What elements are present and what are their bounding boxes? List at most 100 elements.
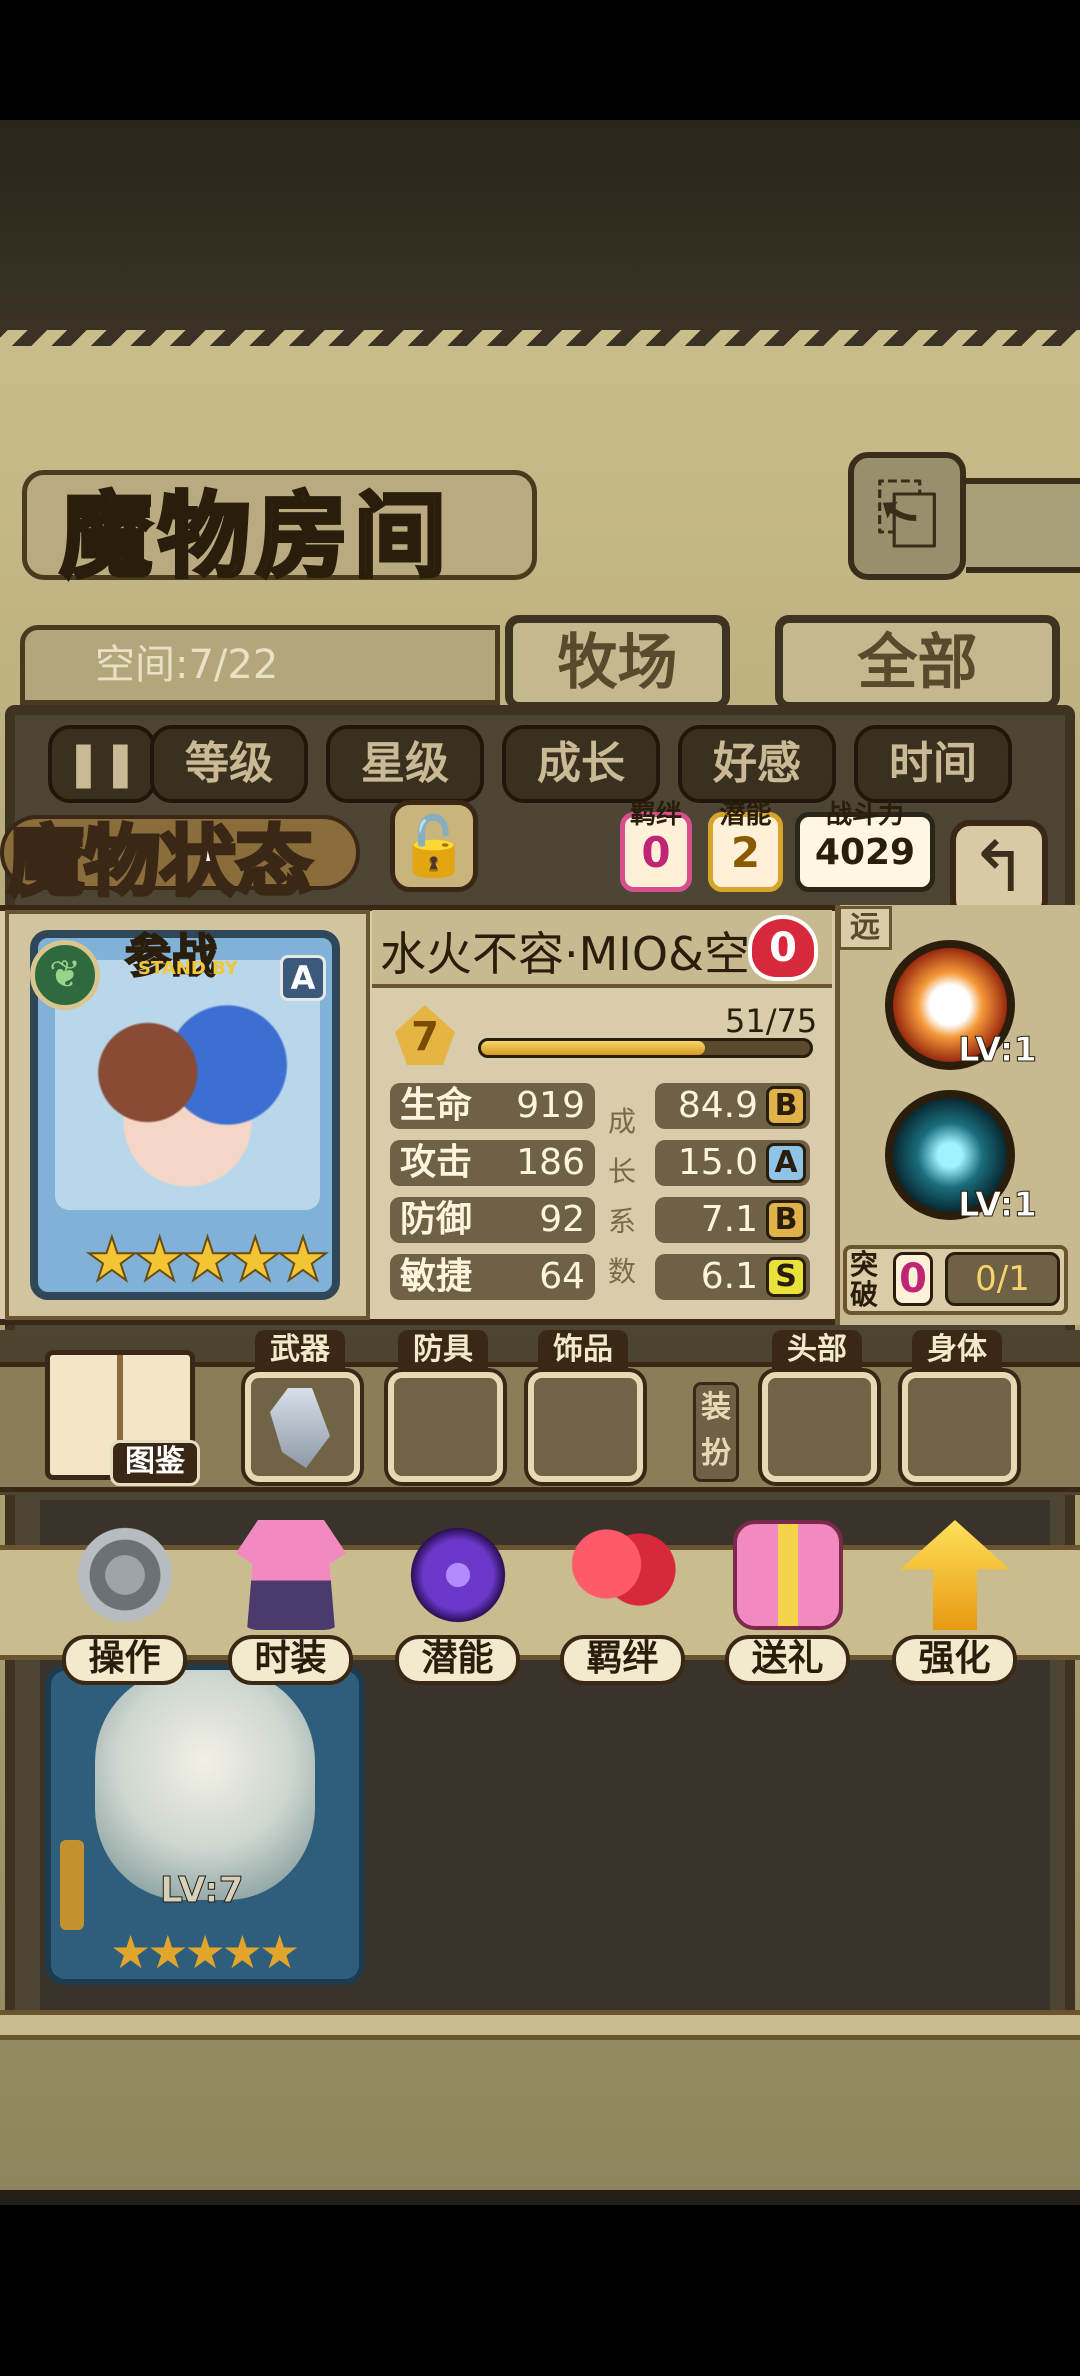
combat-power-box: 战斗力 4029 — [795, 802, 935, 892]
body-slot[interactable] — [902, 1372, 1017, 1482]
gear-icon — [70, 1520, 180, 1630]
back-button-rail — [966, 478, 1080, 573]
hearts-icon — [568, 1520, 678, 1630]
bottom-black-bar — [0, 2205, 1080, 2376]
potential-value: 2 — [730, 828, 761, 877]
stat-value: 64 — [539, 1256, 585, 1297]
demon-icon — [403, 1520, 513, 1630]
potential-action-label: 潜能 — [395, 1635, 520, 1685]
breakthrough-label: 突破 — [850, 1248, 879, 1311]
tab-all[interactable]: 全部 — [775, 615, 1060, 710]
stat-row: 攻击 186 — [390, 1140, 595, 1186]
outfit-icon — [236, 1520, 346, 1630]
up-arrow-icon — [900, 1520, 1010, 1630]
stat-label: 攻击 — [400, 1142, 473, 1183]
bond-box: 羁绊 0 — [620, 802, 692, 892]
fashion-label: 时装 — [228, 1635, 353, 1685]
star-rating: ★★★★★ — [84, 1224, 331, 1296]
sort-toggle-button[interactable]: ❚❚ — [48, 725, 156, 803]
breakthrough-count: 0 — [893, 1252, 933, 1306]
combat-power-value: 4029 — [814, 832, 916, 873]
stat-row: 防御 92 — [390, 1197, 595, 1243]
monster-portrait-large — [55, 960, 320, 1210]
growth-value: 7.1 — [700, 1199, 758, 1240]
lock-button[interactable]: 🔓 — [390, 800, 478, 892]
pause-sort-icon: ❚❚ — [65, 738, 139, 789]
standby-sub-label: STAND BY — [138, 958, 238, 979]
growth-value: 6.1 — [700, 1256, 758, 1297]
growth-row: 15.0 A — [655, 1140, 810, 1186]
list-bottom-rail — [0, 2010, 1080, 2040]
growth-row: 7.1 B — [655, 1197, 810, 1243]
growth-grade-badge: A — [766, 1143, 806, 1183]
sort-level-button[interactable]: 等级 — [150, 725, 308, 803]
breakthrough-progress: 0/1 — [945, 1252, 1060, 1306]
potential-label: 潜能 — [719, 800, 772, 830]
growth-grade-badge: B — [766, 1200, 806, 1240]
growth-grade-badge: B — [766, 1086, 806, 1126]
zigzag-border — [0, 318, 1080, 346]
bond-button[interactable]: 羁绊 — [560, 1520, 685, 1685]
head-slot[interactable] — [762, 1372, 877, 1482]
growth-grade-badge: S — [766, 1257, 806, 1297]
affection-heart-icon: 0 — [748, 915, 818, 981]
gift-button[interactable]: 送礼 — [725, 1520, 850, 1685]
enhance-button[interactable]: 强化 — [892, 1520, 1017, 1685]
back-button[interactable]: ⎗ — [848, 452, 966, 580]
xp-bar-fill — [481, 1041, 705, 1055]
rank-badge: A — [280, 955, 326, 1001]
stat-value: 186 — [516, 1142, 585, 1183]
monster-card-level: LV:7 — [160, 1870, 245, 1912]
growth-row: 84.9 B — [655, 1083, 810, 1129]
capacity-label: 空间:7/22 — [20, 625, 500, 705]
stat-value: 919 — [516, 1085, 585, 1126]
growth-value: 84.9 — [677, 1085, 758, 1126]
tab-ranch[interactable]: 牧场 — [505, 615, 730, 710]
armor-slot[interactable] — [388, 1372, 503, 1482]
unlocked-padlock-icon: 🔓 — [397, 812, 471, 880]
stat-row: 生命 919 — [390, 1083, 595, 1129]
operate-button[interactable]: 操作 — [62, 1520, 187, 1685]
monster-portrait — [95, 1670, 315, 1900]
head-slot-label: 头部 — [772, 1330, 862, 1370]
combat-power-label: 战斗力 — [825, 800, 904, 830]
growth-char: 系 — [608, 1205, 637, 1238]
monster-card-stars: ★★★★★ — [110, 1925, 300, 1979]
accessory-slot-label: 饰品 — [538, 1330, 628, 1370]
range-tag: 远 — [838, 906, 892, 950]
sort-time-button[interactable]: 时间 — [854, 725, 1012, 803]
bond-label: 羁绊 — [629, 800, 682, 830]
sword-icon — [60, 1840, 84, 1930]
growth-row: 6.1 S — [655, 1254, 810, 1300]
weapon-slot-label: 武器 — [255, 1330, 345, 1370]
top-black-bar — [0, 0, 1080, 120]
body-slot-label: 身体 — [912, 1330, 1002, 1370]
return-arrow-icon: ↰ — [969, 826, 1029, 908]
sort-affection-button[interactable]: 好感 — [678, 725, 836, 803]
return-arrow-icon: ⎗ — [875, 466, 939, 559]
status-title: 魔物状态 — [6, 815, 314, 908]
sort-star-button[interactable]: 星级 — [326, 725, 484, 803]
growth-value: 15.0 — [677, 1142, 758, 1183]
operate-label: 操作 — [62, 1635, 187, 1685]
handbook-label[interactable]: 图鉴 — [110, 1440, 200, 1486]
skill2-level: LV:1 — [957, 1185, 1038, 1226]
growth-char: 长 — [608, 1155, 637, 1188]
potential-box: 潜能 2 — [708, 802, 783, 892]
leaf-element-icon: ❦ — [30, 940, 100, 1010]
bond-value: 0 — [641, 828, 671, 877]
sort-growth-button[interactable]: 成长 — [502, 725, 660, 803]
stat-label: 生命 — [400, 1085, 473, 1126]
enhance-label: 强化 — [892, 1635, 1017, 1685]
stat-row: 敏捷 64 — [390, 1254, 595, 1300]
monster-name: 水火不容·MIO&空 — [380, 927, 750, 981]
growth-char: 成 — [608, 1105, 637, 1138]
gift-label: 送礼 — [725, 1635, 850, 1685]
growth-char: 数 — [608, 1255, 637, 1288]
xp-text: 51/75 — [725, 1002, 818, 1040]
dress-up-label: 装扮 — [693, 1382, 739, 1482]
stat-label: 防御 — [400, 1199, 473, 1240]
fashion-button[interactable]: 时装 — [228, 1520, 353, 1685]
potential-button[interactable]: 潜能 — [395, 1520, 520, 1685]
accessory-slot[interactable] — [528, 1372, 643, 1482]
